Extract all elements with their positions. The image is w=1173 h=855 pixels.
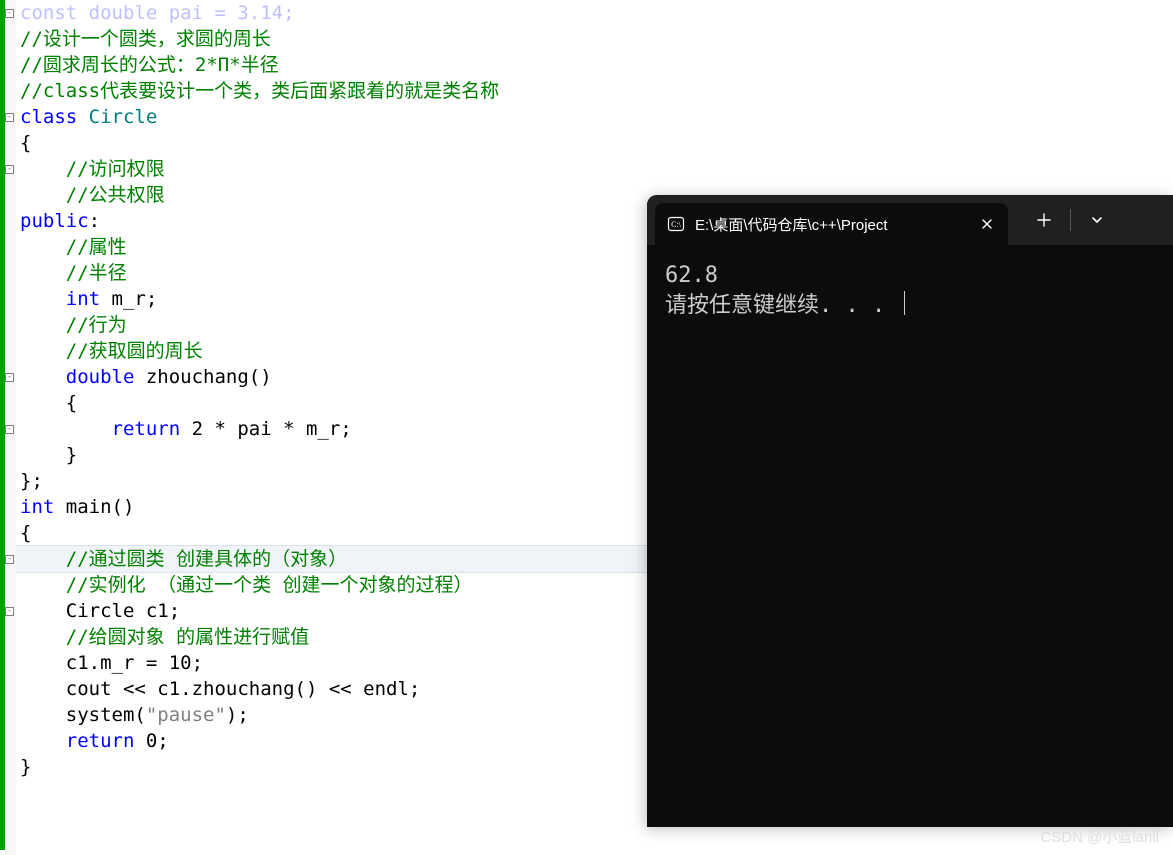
keyword: class [20,106,77,128]
comment: //属性 [20,236,127,258]
comment: //通过圆类 创建具体的（对象） [20,548,347,570]
ident: zhouchang() [134,366,271,388]
close-icon[interactable] [978,215,996,233]
code-line: class Circle [16,104,1173,130]
ident: main() [54,496,134,518]
comment: //公共权限 [20,184,165,206]
tab-dropdown-button[interactable] [1071,195,1123,245]
keyword: double [20,366,134,388]
indent [20,730,66,752]
comment: //访问权限 [20,158,165,180]
terminal-titlebar[interactable]: C:\ E:\桌面\代码仓库\c++\Project [647,195,1173,245]
comment: //圆求周长的公式：2*Π*半径 [20,54,279,76]
string: "pause" [146,704,226,726]
new-tab-button[interactable] [1018,195,1070,245]
keyword: public [20,210,89,232]
expr: 2 * pai * m_r; [180,418,352,440]
terminal-icon: C:\ [667,215,685,233]
cursor [904,291,905,315]
comment: //行为 [20,314,127,336]
comment: //获取圆的周长 [20,340,203,362]
terminal-window: C:\ E:\桌面\代码仓库\c++\Project 62.8 请按任意键继续.… [647,195,1173,827]
code-line: const double pai = 3.14; [16,0,1173,26]
comment: //实例化 （通过一个类 创建一个对象的过程） [20,574,473,596]
code-line: { [16,130,1173,156]
comment: //给圆对象 的属性进行赋值 [20,626,309,648]
expr: system( [20,704,146,726]
output-text: 请按任意键继续. . . [665,293,898,318]
comment: //半径 [20,262,127,284]
code-line: //圆求周长的公式：2*Π*半径 [16,52,1173,78]
code-line: //class代表要设计一个类，类后面紧跟着的就是类名称 [16,78,1173,104]
keyword: int [20,288,100,310]
watermark: CSDN @小蓝lanll [1040,826,1159,847]
output-line: 请按任意键继续. . . [665,291,1155,321]
terminal-tab-title: E:\桌面\代码仓库\c++\Project [695,214,968,235]
code-line: //访问权限 [16,156,1173,182]
terminal-output[interactable]: 62.8 请按任意键继续. . . [647,245,1173,337]
indent [20,418,112,440]
keyword: return [112,418,181,440]
keyword: int [20,496,54,518]
code-line: //设计一个圆类，求圆的周长 [16,26,1173,52]
expr: 0; [134,730,168,752]
keyword: return [66,730,135,752]
expr: ); [226,704,249,726]
terminal-tabstrip-actions [1018,195,1123,245]
output-line: 62.8 [665,261,1155,291]
ident: m_r; [100,288,157,310]
svg-text:C:\: C:\ [671,220,682,229]
comment: //class代表要设计一个类，类后面紧跟着的就是类名称 [20,80,499,102]
keyword: const double pai = 3.14; [20,2,295,24]
comment: //设计一个圆类，求圆的周长 [20,28,271,50]
punct: : [89,210,100,232]
type-name: Circle [77,106,157,128]
terminal-tab[interactable]: C:\ E:\桌面\代码仓库\c++\Project [655,203,1008,245]
